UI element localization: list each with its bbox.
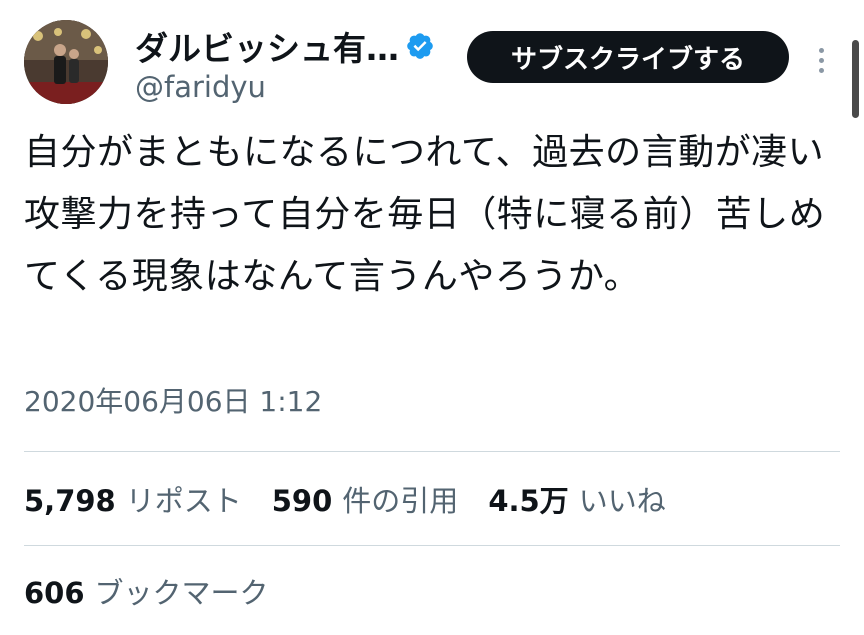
avatar[interactable] xyxy=(24,20,108,104)
quote-count: 590 xyxy=(271,484,333,518)
more-dot xyxy=(818,57,824,63)
bookmark-stats: 606 ブックマーク xyxy=(24,566,299,616)
repost-count: 5,798 xyxy=(24,484,116,518)
quote-label: 件の引用 xyxy=(342,484,459,518)
author-name-row: ダルビッシュ有… xyxy=(135,24,435,68)
more-dot xyxy=(818,47,824,53)
tweet-text: 自分がまともになるにつれて、過去の言動が凄い攻撃力を持って自分を毎日（特に寝る前… xyxy=(24,132,826,297)
engagement-stats: 5,798 リポスト 590 件の引用 4.5万 いいね xyxy=(24,474,696,524)
author-display-name[interactable]: ダルビッシュ有… xyxy=(135,22,399,70)
author-handle[interactable]: @faridyu xyxy=(135,70,266,104)
like-label: いいね xyxy=(578,484,666,518)
like-stat[interactable]: 4.5万 いいね xyxy=(488,478,665,520)
bookmark-stat[interactable]: 606 ブックマーク xyxy=(24,570,269,612)
tweet-header: ダルビッシュ有… @faridyu サブスクライブする xyxy=(24,20,840,104)
scrollbar[interactable] xyxy=(852,40,859,118)
repost-stat[interactable]: 5,798 リポスト xyxy=(24,478,242,520)
divider xyxy=(24,545,840,546)
tweet-timestamp[interactable]: 2020年06月06日 1:12 xyxy=(24,380,322,420)
more-dot xyxy=(818,67,824,73)
like-count: 4.5万 xyxy=(488,484,569,518)
bookmark-label: ブックマーク xyxy=(94,576,269,610)
bookmark-count: 606 xyxy=(24,576,85,610)
repost-label: リポスト xyxy=(125,484,242,518)
quote-stat[interactable]: 590 件の引用 xyxy=(272,478,459,520)
more-vertical-icon[interactable] xyxy=(811,38,831,82)
divider xyxy=(24,451,840,452)
subscribe-button[interactable]: サブスクライブする xyxy=(467,31,789,83)
verified-badge-icon xyxy=(405,31,435,61)
